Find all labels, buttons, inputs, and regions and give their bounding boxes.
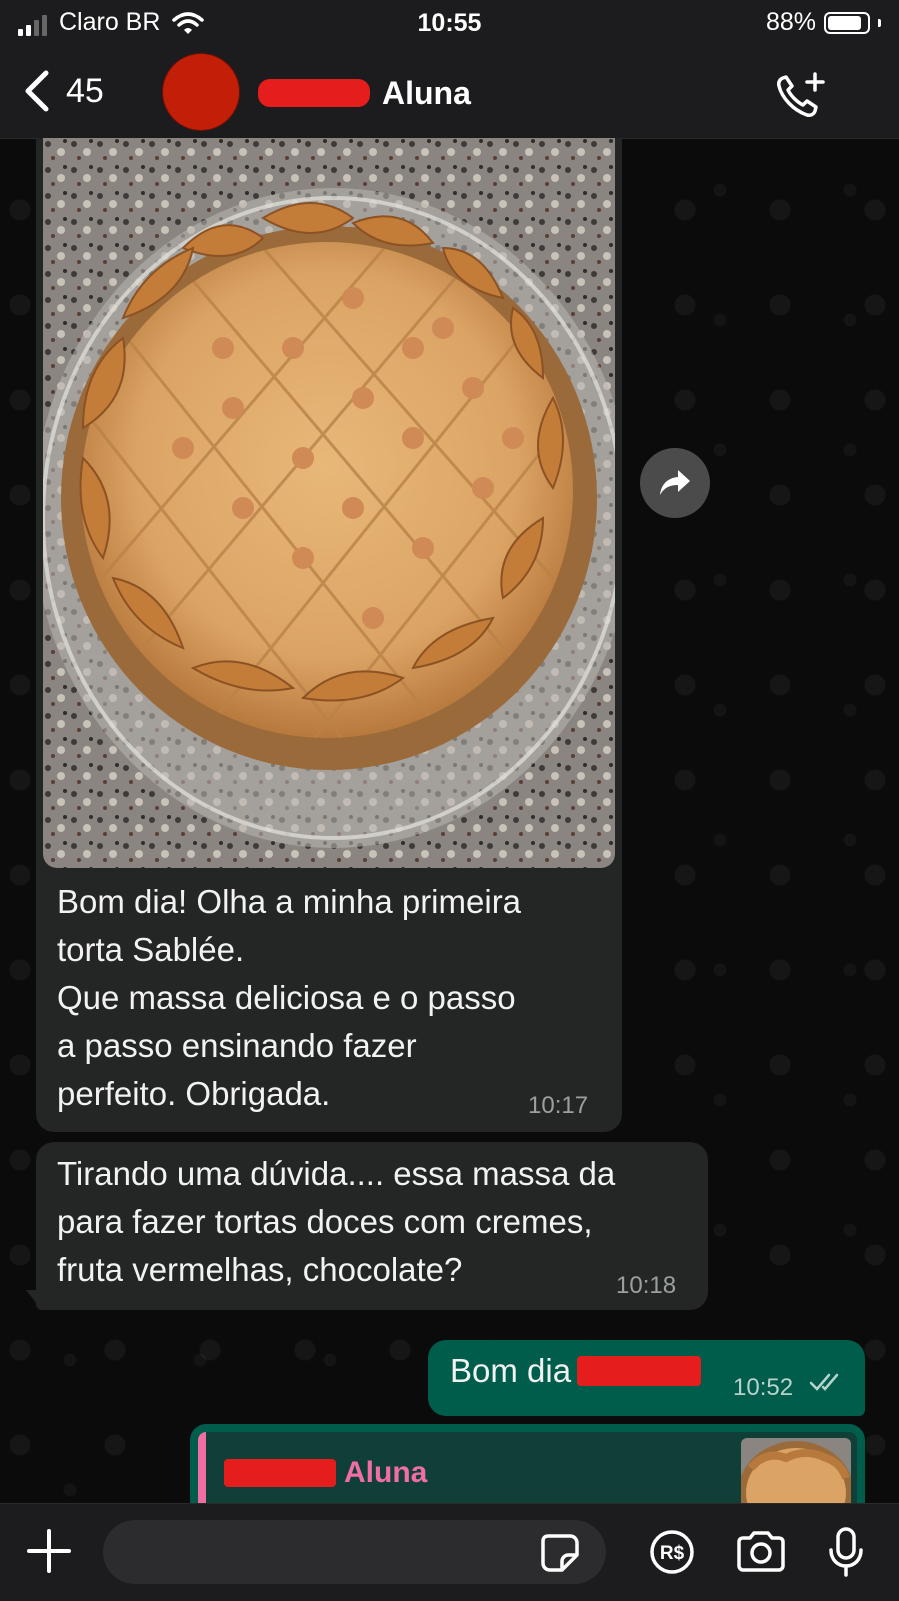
battery-status: 88% bbox=[766, 8, 881, 37]
reply-sender-name: Aluna bbox=[344, 1456, 428, 1489]
add-call-icon bbox=[777, 72, 825, 117]
forward-button[interactable] bbox=[640, 448, 710, 518]
status-bar: Claro BR 10:55 88% bbox=[0, 0, 899, 48]
attach-button[interactable] bbox=[26, 1528, 72, 1579]
unread-count: 45 bbox=[66, 72, 104, 110]
message-text-row: Bom dia bbox=[450, 1352, 702, 1390]
chevron-left-icon bbox=[25, 70, 49, 112]
tart-photo[interactable] bbox=[43, 138, 615, 868]
camera-icon bbox=[737, 1531, 785, 1572]
redaction-mark bbox=[577, 1356, 702, 1386]
reply-sender: Aluna bbox=[224, 1456, 427, 1490]
avatar[interactable] bbox=[163, 54, 239, 130]
microphone-button[interactable] bbox=[826, 1526, 866, 1583]
chat-header: 45 Aluna bbox=[0, 48, 899, 139]
message-text: Tirando uma dúvida.... essa massa da par… bbox=[57, 1155, 616, 1288]
contact-name-text: Aluna bbox=[382, 74, 471, 111]
plus-icon bbox=[27, 1529, 71, 1573]
camera-button[interactable] bbox=[735, 1530, 787, 1577]
message-time: 10:18 bbox=[616, 1272, 677, 1299]
svg-text:R$: R$ bbox=[660, 1543, 685, 1564]
battery-icon bbox=[824, 11, 870, 34]
message-time: 10:52 bbox=[733, 1374, 794, 1401]
message-text: Bom dia! Olha a minha primeira torta Sab… bbox=[57, 883, 522, 1112]
sticker-icon bbox=[541, 1534, 579, 1572]
payment-button[interactable]: R$ bbox=[649, 1529, 695, 1580]
status-time: 10:55 bbox=[417, 9, 482, 37]
contact-name[interactable]: Aluna bbox=[258, 68, 471, 118]
message-time: 10:17 bbox=[528, 1092, 589, 1119]
sticker-button[interactable] bbox=[540, 1533, 580, 1578]
add-call-button[interactable] bbox=[775, 70, 829, 125]
message-input[interactable] bbox=[103, 1520, 606, 1584]
message-text: Bom dia bbox=[450, 1352, 572, 1389]
read-receipt-icon bbox=[809, 1373, 839, 1391]
redaction-mark bbox=[224, 1459, 336, 1487]
message-input-bar: R$ bbox=[0, 1503, 899, 1601]
battery-percent: 88% bbox=[765, 8, 816, 36]
forward-icon bbox=[660, 470, 690, 495]
back-button[interactable]: 45 bbox=[22, 66, 104, 116]
payment-real-icon: R$ bbox=[650, 1530, 694, 1574]
redaction-mark bbox=[258, 79, 370, 107]
microphone-icon bbox=[829, 1527, 863, 1577]
